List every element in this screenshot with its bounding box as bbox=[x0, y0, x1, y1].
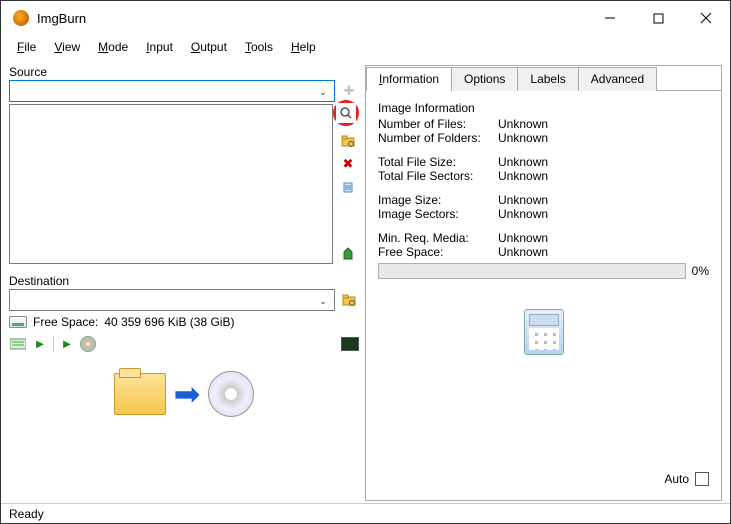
remove-icon[interactable]: ✖ bbox=[338, 154, 358, 174]
tab-options[interactable]: Options bbox=[451, 67, 518, 91]
total-sectors-label: Total File Sectors: bbox=[378, 169, 498, 183]
total-size-label: Total File Size: bbox=[378, 155, 498, 169]
window-title: ImgBurn bbox=[37, 11, 586, 26]
left-panel: Source ⌄ ✚ bbox=[9, 65, 359, 501]
free-space-value: 40 359 696 KiB (38 GiB) bbox=[104, 315, 234, 329]
tab-strip: Information Options Labels Advanced bbox=[366, 66, 721, 91]
image-sectors-value: Unknown bbox=[498, 207, 548, 221]
image-size-value: Unknown bbox=[498, 193, 548, 207]
settings-icon[interactable] bbox=[9, 335, 27, 353]
menu-tools[interactable]: Tools bbox=[237, 38, 281, 56]
play-icon-2[interactable]: ▶ bbox=[58, 335, 76, 353]
auto-label: Auto bbox=[664, 472, 689, 486]
tab-information[interactable]: Information bbox=[366, 67, 452, 91]
min-media-value: Unknown bbox=[498, 231, 548, 245]
min-media-label: Min. Req. Media: bbox=[378, 231, 498, 245]
chevron-down-icon: ⌄ bbox=[314, 292, 332, 310]
free-space-row: Free Space: 40 359 696 KiB (38 GiB) bbox=[9, 315, 359, 329]
info-free-space-value: Unknown bbox=[498, 245, 548, 259]
menu-help[interactable]: Help bbox=[283, 38, 324, 56]
disc-icon[interactable] bbox=[80, 336, 96, 352]
statusbar: Ready bbox=[1, 503, 730, 523]
terminal-icon[interactable] bbox=[341, 337, 359, 351]
tab-advanced[interactable]: Advanced bbox=[578, 67, 657, 91]
destination-browse-icon[interactable] bbox=[339, 290, 359, 310]
num-folders-label: Number of Folders: bbox=[378, 131, 498, 145]
menu-input[interactable]: Input bbox=[138, 38, 181, 56]
num-files-value: Unknown bbox=[498, 117, 548, 131]
minimize-button[interactable] bbox=[586, 1, 634, 35]
destination-section: Destination ⌄ Free Space: 40 359 696 KiB… bbox=[9, 274, 359, 329]
total-sectors-value: Unknown bbox=[498, 169, 548, 183]
app-window: ImgBurn File View Mode Input Output Tool… bbox=[0, 0, 731, 524]
maximize-button[interactable] bbox=[634, 1, 682, 35]
app-icon bbox=[13, 10, 29, 26]
window-controls bbox=[586, 1, 730, 35]
disc-big-icon bbox=[208, 371, 254, 417]
image-info-title: Image Information bbox=[378, 101, 709, 115]
num-folders-value: Unknown bbox=[498, 131, 548, 145]
tab-body: Image Information Number of Files:Unknow… bbox=[366, 91, 721, 500]
add-icon[interactable]: ✚ bbox=[339, 81, 359, 101]
build-graphic[interactable]: ➡ bbox=[9, 371, 359, 417]
menu-view[interactable]: View bbox=[46, 38, 88, 56]
chevron-down-icon: ⌄ bbox=[314, 83, 332, 101]
tab-labels[interactable]: Labels bbox=[517, 67, 578, 91]
source-listbox[interactable] bbox=[9, 104, 333, 264]
source-combo[interactable]: ⌄ bbox=[9, 80, 335, 102]
paste-icon[interactable] bbox=[338, 244, 358, 264]
progress-bar bbox=[378, 263, 686, 279]
menubar: File View Mode Input Output Tools Help bbox=[1, 35, 730, 59]
arrow-icon: ➡ bbox=[174, 375, 201, 413]
info-free-space-label: Free Space: bbox=[378, 245, 498, 259]
action-row: ▶ ▶ bbox=[9, 335, 359, 353]
drive-icon bbox=[9, 316, 27, 328]
free-space-label: Free Space: bbox=[33, 315, 98, 329]
menu-output[interactable]: Output bbox=[183, 38, 235, 56]
calculator-icon[interactable] bbox=[524, 309, 564, 355]
play-icon[interactable]: ▶ bbox=[31, 335, 49, 353]
progress-percent: 0% bbox=[692, 264, 709, 278]
menu-file[interactable]: File bbox=[9, 38, 44, 56]
right-panel: Information Options Labels Advanced Imag… bbox=[365, 65, 722, 501]
auto-checkbox[interactable] bbox=[695, 472, 709, 486]
source-toolbar: ✖ bbox=[337, 104, 359, 264]
image-size-label: Image Size: bbox=[378, 193, 498, 207]
browse-file-icon[interactable] bbox=[336, 103, 356, 123]
menu-mode[interactable]: Mode bbox=[90, 38, 136, 56]
destination-combo[interactable]: ⌄ bbox=[9, 289, 335, 311]
titlebar: ImgBurn bbox=[1, 1, 730, 35]
highlight-annotation bbox=[333, 100, 359, 126]
total-size-value: Unknown bbox=[498, 155, 548, 169]
image-sectors-label: Image Sectors: bbox=[378, 207, 498, 221]
status-text: Ready bbox=[9, 507, 44, 521]
content-area: Source ⌄ ✚ bbox=[1, 59, 730, 503]
folder-icon bbox=[114, 373, 166, 415]
destination-label: Destination bbox=[9, 274, 359, 288]
num-files-label: Number of Files: bbox=[378, 117, 498, 131]
browse-folder-icon[interactable] bbox=[338, 131, 358, 151]
source-label: Source bbox=[9, 65, 359, 79]
clear-icon[interactable] bbox=[338, 177, 358, 197]
close-button[interactable] bbox=[682, 1, 730, 35]
